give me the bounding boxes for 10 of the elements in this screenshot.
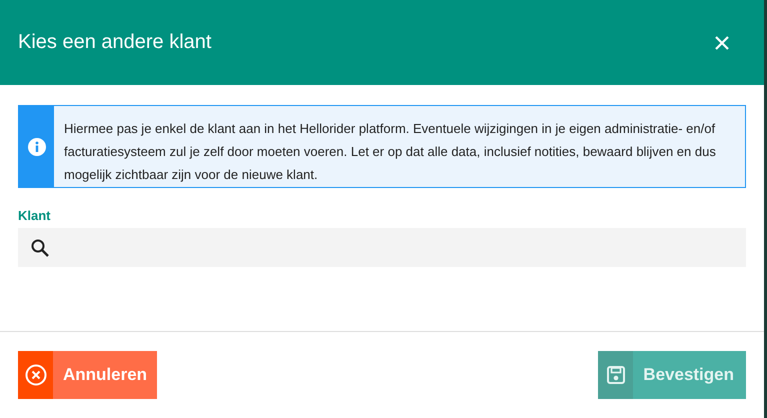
field-label: Klant <box>18 208 52 223</box>
close-icon <box>714 34 730 50</box>
cancel-icon <box>24 364 46 386</box>
search-icon <box>30 238 50 258</box>
info-icon <box>26 136 46 156</box>
dialog-title: Kies een andere klant <box>18 31 212 54</box>
cancel-button[interactable]: Annuleren <box>18 351 158 399</box>
search-field[interactable] <box>18 228 746 267</box>
save-icon <box>606 365 626 385</box>
alert-message: Hiermee pas je enkel de klant aan in het Hellorider platform. Eventuele wijzigingen in je eigen administratie- en/of facturatiesysteem zul je zelf door moeten voeren. Let er op dat alle data, inclusief notities, bewaard blijven en dus mogelijk zichtbaar zijn voor de nieuwe klant. <box>63 120 717 184</box>
